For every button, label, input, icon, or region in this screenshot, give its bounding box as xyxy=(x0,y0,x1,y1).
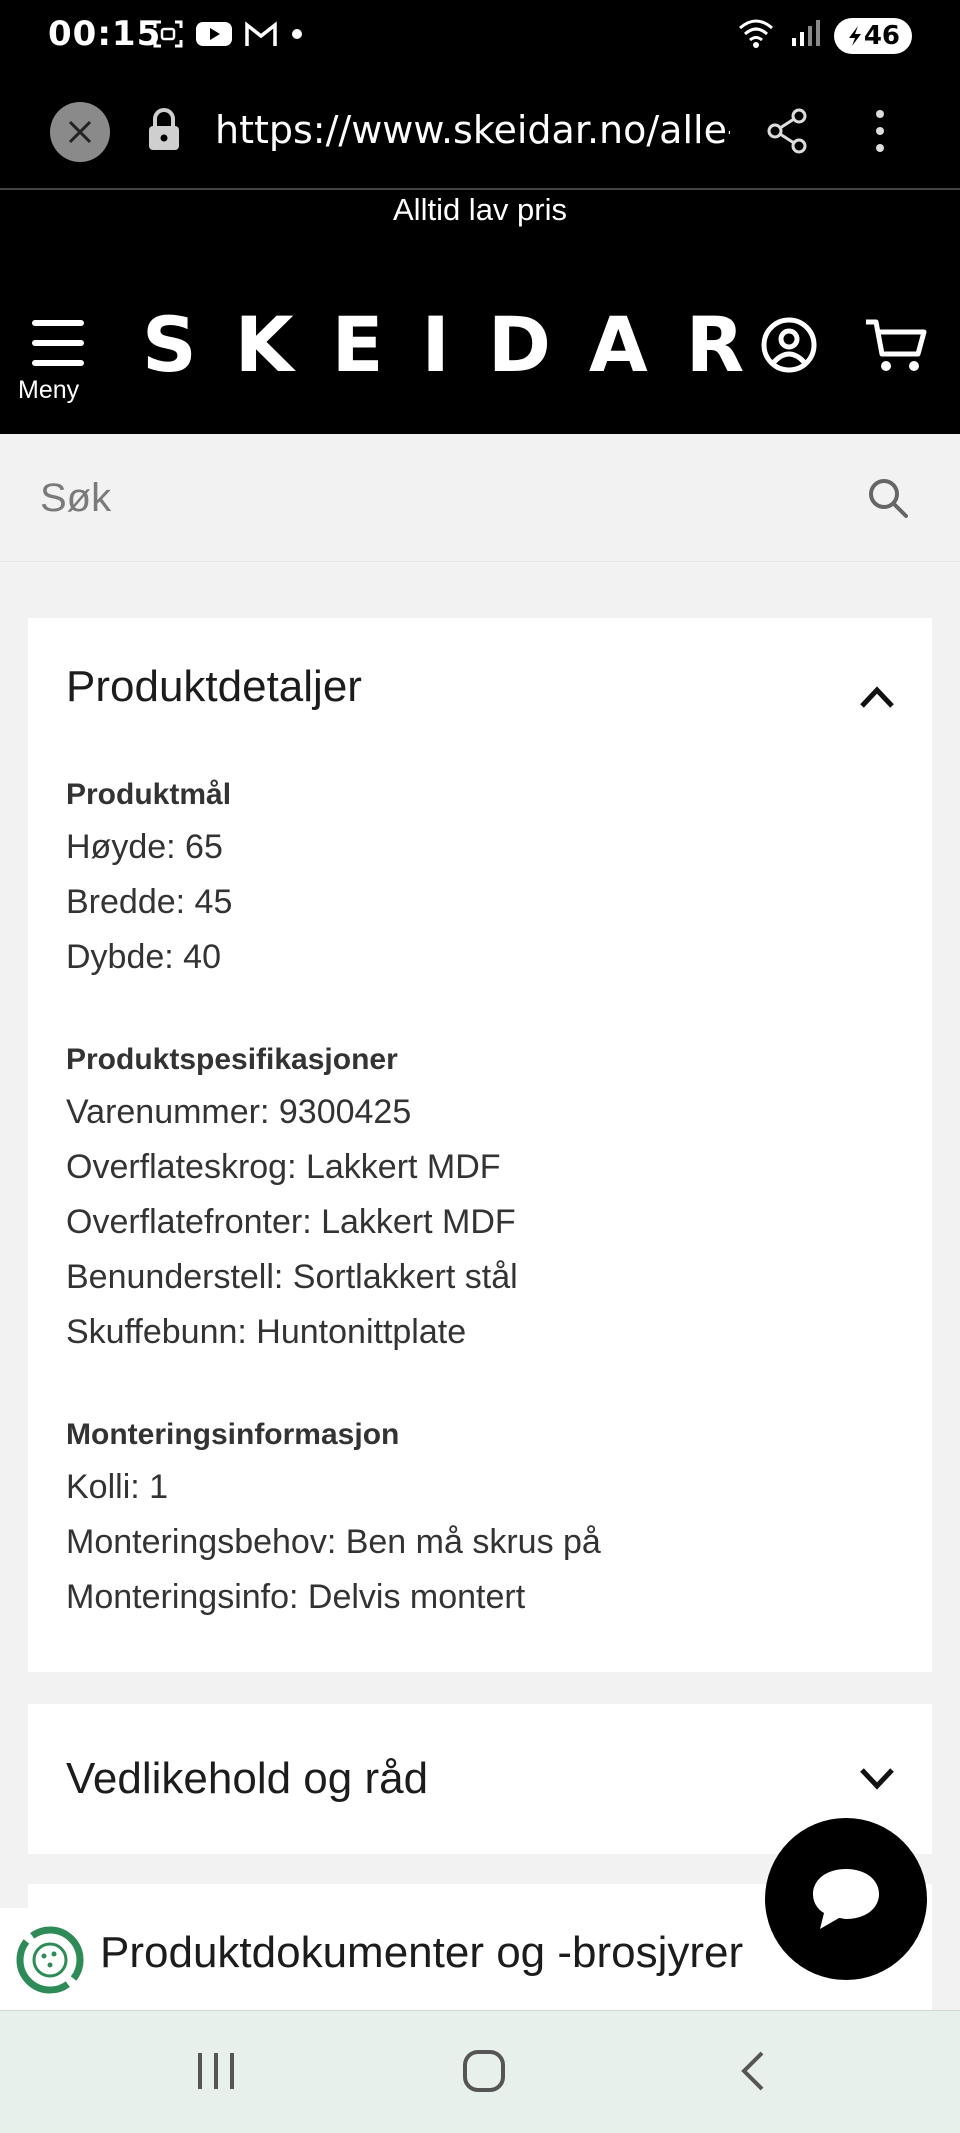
chevron-down-icon[interactable] xyxy=(858,1766,896,1797)
chat-bubble-icon xyxy=(813,1869,879,1929)
home-icon xyxy=(463,2050,505,2092)
product-details-header[interactable]: Produktdetaljer xyxy=(66,662,362,712)
battery-icon: 46 xyxy=(833,17,912,54)
documents-header[interactable]: Produktdokumenter og -brosjyrer xyxy=(100,1928,743,1978)
detail-group-specifications: Produktspesifikasjoner Varenummer: 93004… xyxy=(66,1035,886,1360)
lock-icon[interactable] xyxy=(146,106,182,157)
chevron-up-icon[interactable] xyxy=(858,684,896,715)
menu-label[interactable]: Meny xyxy=(18,376,79,405)
address-bar[interactable]: https://www.skeidar.no/alle-p xyxy=(215,108,730,152)
dot-icon xyxy=(290,27,304,46)
detail-line: Overflateskrog: Lakkert MDF xyxy=(66,1148,501,1186)
detail-line: Kolli: 1 xyxy=(66,1468,169,1506)
status-time: 00:15 xyxy=(48,14,162,54)
screenshot-icon xyxy=(152,18,184,55)
account-icon[interactable] xyxy=(760,316,818,379)
maintenance-section[interactable]: Vedlikehold og råd xyxy=(28,1704,932,1854)
more-vert-icon[interactable] xyxy=(868,108,892,159)
detail-line: Varenummer: 9300425 xyxy=(66,1093,412,1131)
detail-line: Skuffebunn: Huntonittplate xyxy=(66,1313,467,1351)
detail-line: Høyde: 65 xyxy=(66,828,223,866)
group-heading: Monteringsinformasjon xyxy=(66,1418,400,1451)
share-icon[interactable] xyxy=(766,108,808,159)
site-header: Alltid lav pris Meny SKEIDAR xyxy=(0,190,960,434)
hamburger-icon xyxy=(32,320,84,366)
back-button[interactable] xyxy=(736,2049,768,2098)
detail-group-assembly: Monteringsinformasjon Kolli: 1 Montering… xyxy=(66,1410,886,1625)
chat-button[interactable] xyxy=(765,1818,927,1980)
detail-line: Monteringsbehov: Ben må skrus på xyxy=(66,1523,601,1561)
menu-button[interactable] xyxy=(30,318,98,373)
home-button[interactable] xyxy=(462,2049,506,2098)
system-nav-bar xyxy=(0,2010,960,2133)
product-details-section: Produktdetaljer Produktmål Høyde: 65 Bre… xyxy=(28,618,932,1672)
signal-icon xyxy=(790,18,820,53)
search-input[interactable] xyxy=(40,472,820,524)
wifi-icon xyxy=(736,16,776,55)
search-bar xyxy=(0,434,960,562)
close-tab-button[interactable] xyxy=(50,102,110,162)
status-icons-right: 46 xyxy=(736,16,912,55)
group-heading: Produktmål xyxy=(66,778,232,811)
recents-icon xyxy=(198,2053,234,2089)
status-icons-left xyxy=(152,18,304,55)
maintenance-header[interactable]: Vedlikehold og råd xyxy=(66,1754,428,1804)
recent-apps-button[interactable] xyxy=(194,2049,238,2098)
eco-badge[interactable] xyxy=(0,1908,100,2012)
close-icon xyxy=(68,120,92,144)
tagline-banner: Alltid lav pris xyxy=(393,192,567,227)
product-details-content: Produktmål Høyde: 65 Bredde: 45 Dybde: 4… xyxy=(66,770,886,1675)
cart-icon[interactable] xyxy=(864,316,930,379)
recycle-leaf-icon xyxy=(16,1926,84,1994)
detail-group-dimensions: Produktmål Høyde: 65 Bredde: 45 Dybde: 4… xyxy=(66,770,886,985)
group-heading: Produktspesifikasjoner xyxy=(66,1043,398,1076)
detail-line: Overflatefronter: Lakkert MDF xyxy=(66,1203,516,1241)
skeidar-logo[interactable]: SKEIDAR xyxy=(142,300,782,389)
detail-line: Monteringsinfo: Delvis montert xyxy=(66,1578,526,1616)
browser-toolbar: https://www.skeidar.no/alle-p xyxy=(0,72,960,190)
gmail-icon xyxy=(244,20,278,53)
detail-line: Bredde: 45 xyxy=(66,883,233,921)
battery-level: 46 xyxy=(863,20,900,51)
search-icon[interactable] xyxy=(866,476,910,525)
youtube-icon xyxy=(196,20,232,53)
back-icon xyxy=(741,2051,764,2091)
status-bar: 00:15 46 xyxy=(0,0,960,72)
detail-line: Benunderstell: Sortlakkert stål xyxy=(66,1258,518,1296)
detail-line: Dybde: 40 xyxy=(66,938,221,976)
